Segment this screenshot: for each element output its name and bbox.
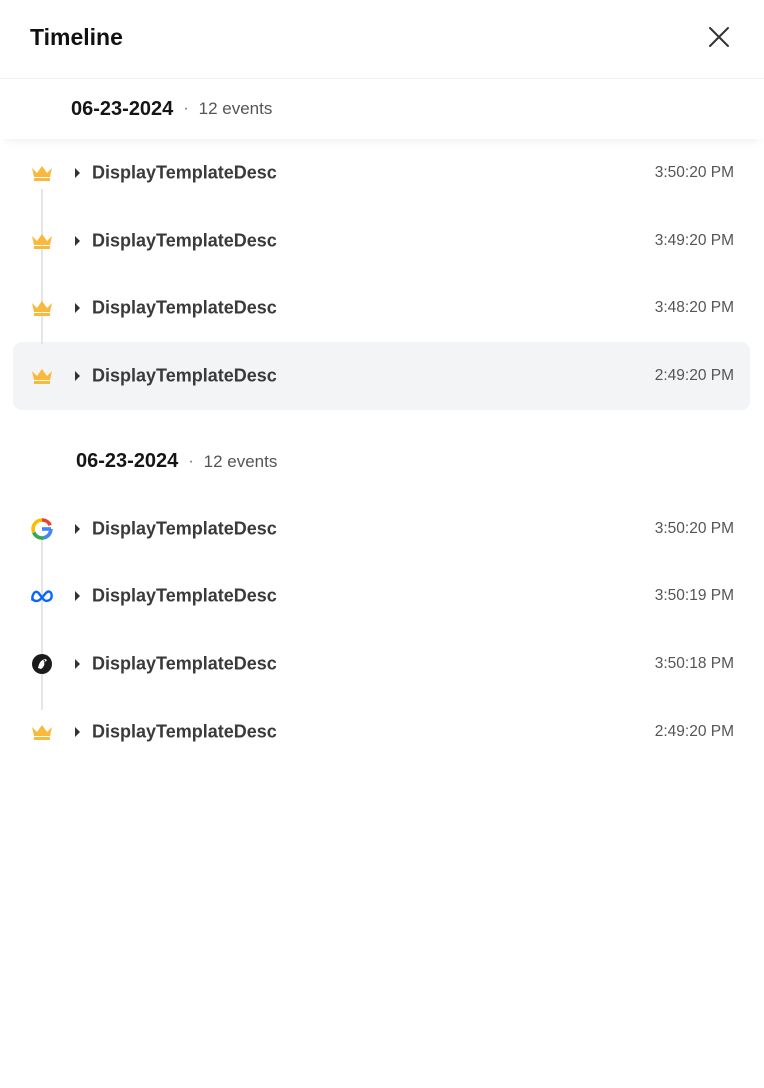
caret-right-icon[interactable]: [74, 370, 82, 382]
event-label: DisplayTemplateDesc: [92, 585, 277, 606]
caret-right-icon[interactable]: [74, 235, 82, 247]
event-time: 3:50:20 PM: [654, 519, 734, 537]
event-row[interactable]: DisplayTemplateDesc 3:50:20 PM: [0, 495, 764, 563]
event-row[interactable]: DisplayTemplateDesc 3:50:18 PM: [0, 630, 764, 698]
event-label: DisplayTemplateDesc: [92, 518, 277, 539]
caret-right-icon[interactable]: [74, 590, 82, 602]
crown-icon: [30, 229, 54, 253]
event-time: 3:50:19 PM: [654, 587, 734, 605]
group-separator: ·: [188, 452, 194, 470]
google-icon: [30, 517, 54, 541]
caret-right-icon[interactable]: [74, 658, 82, 670]
group-date: 06-23-2024: [76, 450, 179, 473]
event-label: DisplayTemplateDesc: [92, 653, 277, 674]
group-event-count: 12 events: [203, 451, 278, 471]
group-header: 06-23-2024 · 12 events: [0, 432, 764, 492]
event-time: 3:49:20 PM: [654, 231, 734, 249]
crown-icon: [30, 720, 54, 744]
timeline-connector: [41, 539, 43, 710]
event-label: DisplayTemplateDesc: [92, 230, 277, 251]
event-row-selected[interactable]: DisplayTemplateDesc 2:49:20 PM: [0, 342, 764, 410]
event-list: DisplayTemplateDesc 3:50:20 PM DisplayTe…: [0, 495, 764, 766]
caret-right-icon[interactable]: [74, 726, 82, 738]
event-time: 3:48:20 PM: [654, 299, 734, 317]
group-separator: ·: [183, 100, 189, 117]
crown-icon: [30, 296, 54, 320]
event-list: DisplayTemplateDesc 3:50:20 PM DisplayTe…: [0, 139, 764, 410]
close-button[interactable]: [702, 20, 736, 54]
crown-icon: [30, 364, 54, 388]
event-row[interactable]: DisplayTemplateDesc 3:48:20 PM: [0, 274, 764, 342]
event-row[interactable]: DisplayTemplateDesc 3:49:20 PM: [0, 207, 764, 275]
event-time: 3:50:18 PM: [654, 654, 734, 672]
group-header: 06-23-2024 · 12 events: [0, 79, 764, 139]
event-row[interactable]: DisplayTemplateDesc 3:50:20 PM: [0, 139, 764, 207]
caret-right-icon[interactable]: [74, 302, 82, 314]
group-event-count: 12 events: [198, 99, 273, 118]
panel-title: Timeline: [30, 24, 123, 50]
timeline-panel: Timeline 06-23-2024 · 12 events DisplayT…: [0, 0, 764, 1088]
event-time: 2:49:20 PM: [654, 366, 734, 384]
event-label: DisplayTemplateDesc: [92, 297, 277, 318]
event-label: DisplayTemplateDesc: [92, 365, 277, 386]
event-label: DisplayTemplateDesc: [92, 721, 277, 742]
caret-right-icon[interactable]: [74, 167, 82, 179]
caret-right-icon[interactable]: [74, 523, 82, 535]
event-row[interactable]: DisplayTemplateDesc 2:49:20 PM: [0, 698, 764, 766]
event-time: 2:49:20 PM: [654, 722, 734, 740]
panel-header: Timeline: [0, 0, 764, 79]
timeline-connector: [41, 189, 43, 344]
group-date: 06-23-2024: [71, 97, 174, 120]
event-time: 3:50:20 PM: [654, 163, 734, 181]
event-row[interactable]: DisplayTemplateDesc 3:50:19 PM: [0, 562, 764, 630]
close-icon: [709, 27, 729, 47]
event-label: DisplayTemplateDesc: [92, 162, 277, 183]
bird-logo-icon: [30, 652, 54, 676]
meta-icon: [30, 584, 54, 608]
crown-icon: [30, 161, 54, 185]
